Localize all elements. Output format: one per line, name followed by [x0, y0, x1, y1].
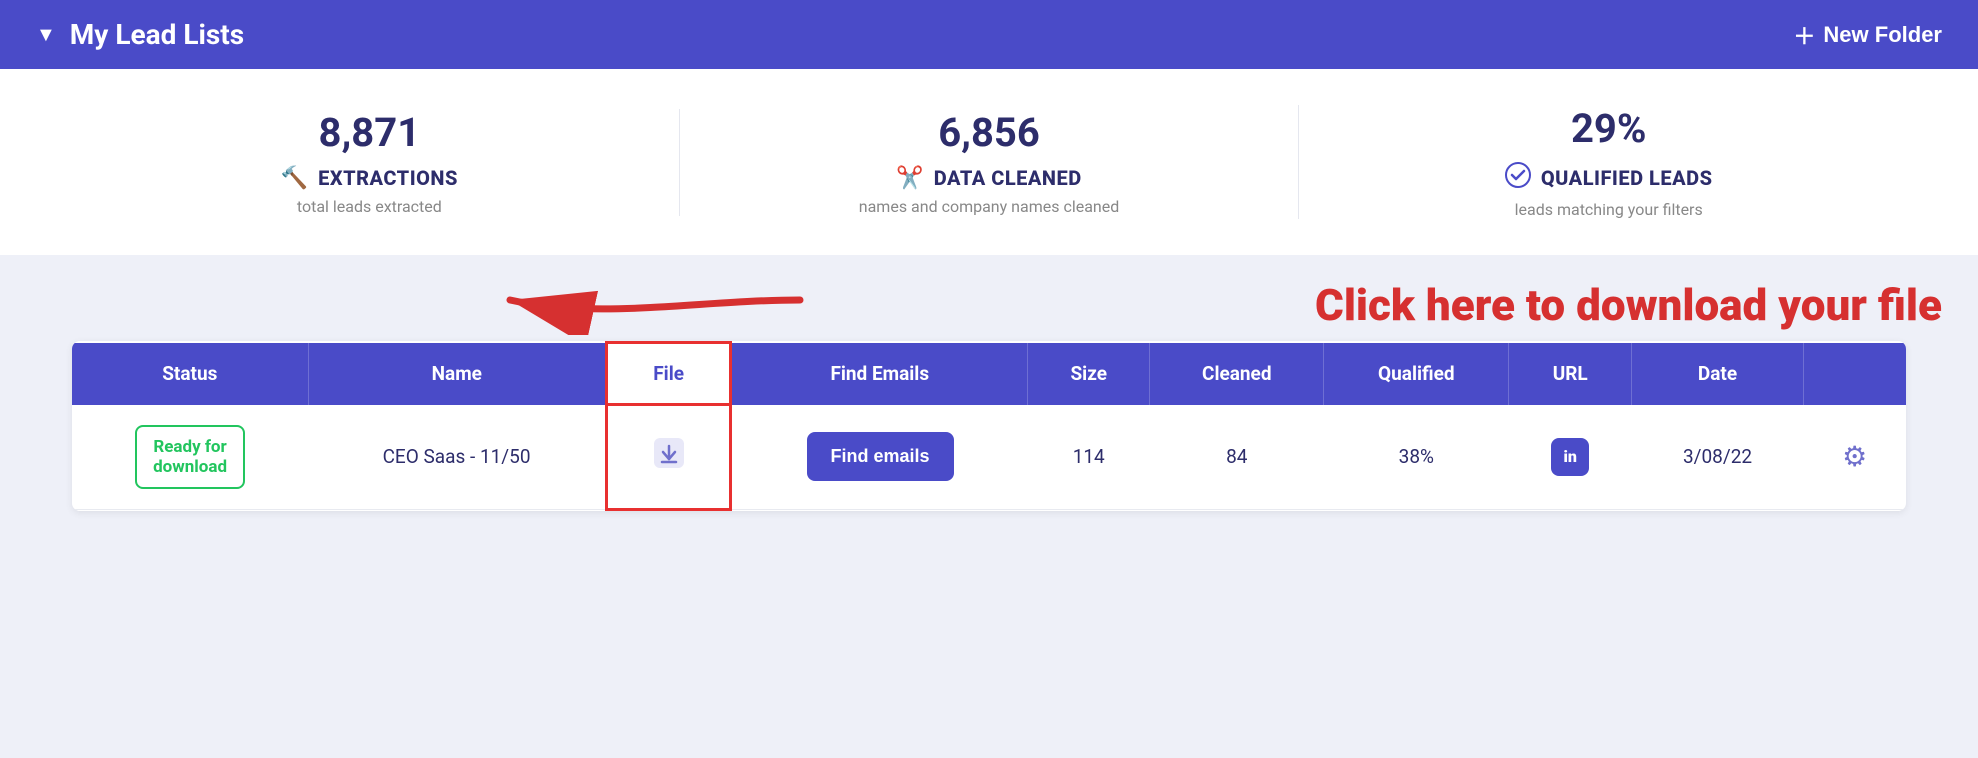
- col-find-emails: Find Emails: [731, 343, 1028, 405]
- name-cell: CEO Saas - 11/50: [308, 405, 606, 510]
- actions-cell: ⚙: [1803, 405, 1906, 510]
- header-left: ▼ My Lead Lists: [36, 18, 244, 51]
- col-name: Name: [308, 343, 606, 405]
- find-emails-cell: Find emails: [731, 405, 1028, 510]
- row-name: CEO Saas - 11/50: [383, 445, 531, 468]
- status-badge: Ready fordownload: [135, 425, 245, 490]
- gear-icon[interactable]: ⚙: [1842, 440, 1867, 473]
- size-cell: 114: [1028, 405, 1150, 510]
- qualified-icon: [1505, 162, 1531, 194]
- data-cleaned-icon: ✂️: [896, 166, 923, 191]
- qualified-leads-number: 29%: [1299, 105, 1918, 152]
- header: ▼ My Lead Lists ＋ New Folder: [0, 0, 1978, 69]
- download-button[interactable]: [651, 435, 687, 479]
- extractions-sub: total leads extracted: [60, 197, 679, 216]
- col-cleaned: Cleaned: [1150, 343, 1324, 405]
- status-cell: Ready fordownload: [72, 405, 308, 510]
- col-qualified: Qualified: [1324, 343, 1509, 405]
- date-cell: 3/08/22: [1632, 405, 1804, 510]
- qualified-leads-label: QUALIFIED LEADS: [1541, 166, 1713, 190]
- annotation-area: Click here to download your file: [0, 255, 1978, 331]
- data-cleaned-number: 6,856: [680, 109, 1299, 156]
- chevron-icon: ▼: [36, 22, 56, 47]
- annotation-text: Click here to download your file: [1315, 279, 1942, 331]
- linkedin-icon[interactable]: in: [1551, 438, 1589, 476]
- col-file: File: [606, 343, 730, 405]
- data-cleaned-sub: names and company names cleaned: [680, 197, 1299, 216]
- table-container: Status Name File Find Emails Size Cleane…: [0, 331, 1978, 583]
- table-row: Ready fordownload CEO Saas - 11/50: [72, 405, 1906, 510]
- leads-table-wrapper: Status Name File Find Emails Size Cleane…: [72, 341, 1906, 511]
- new-folder-button[interactable]: ＋ New Folder: [1793, 19, 1942, 51]
- qualified-leads-sub: leads matching your filters: [1299, 200, 1918, 219]
- col-actions: [1803, 343, 1906, 405]
- leads-table: Status Name File Find Emails Size Cleane…: [72, 341, 1906, 511]
- col-date: Date: [1632, 343, 1804, 405]
- url-cell: in: [1509, 405, 1632, 510]
- col-size: Size: [1028, 343, 1150, 405]
- col-status: Status: [72, 343, 308, 405]
- new-folder-label: New Folder: [1823, 22, 1942, 48]
- extraction-icon: 🔨: [281, 166, 308, 191]
- stat-extractions: 8,871 🔨 EXTRACTIONS total leads extracte…: [60, 109, 679, 216]
- cleaned-cell: 84: [1150, 405, 1324, 510]
- row-cleaned: 84: [1226, 445, 1247, 468]
- plus-icon: ＋: [1793, 19, 1815, 51]
- stat-qualified-leads: 29% QUALIFIED LEADS leads matching your …: [1298, 105, 1918, 219]
- stats-bar: 8,871 🔨 EXTRACTIONS total leads extracte…: [0, 69, 1978, 255]
- find-emails-button[interactable]: Find emails: [807, 432, 954, 481]
- stat-data-cleaned: 6,856 ✂️ DATA CLEANED names and company …: [679, 109, 1299, 216]
- data-cleaned-label: DATA CLEANED: [934, 166, 1082, 190]
- row-date: 3/08/22: [1683, 445, 1752, 468]
- row-size: 114: [1073, 445, 1105, 468]
- extractions-label: EXTRACTIONS: [318, 166, 458, 190]
- row-qualified: 38%: [1399, 445, 1434, 468]
- file-cell: [606, 405, 730, 510]
- page-title: My Lead Lists: [70, 18, 244, 51]
- annotation-arrow: [480, 265, 820, 339]
- extractions-number: 8,871: [60, 109, 679, 156]
- col-url: URL: [1509, 343, 1632, 405]
- qualified-cell: 38%: [1324, 405, 1509, 510]
